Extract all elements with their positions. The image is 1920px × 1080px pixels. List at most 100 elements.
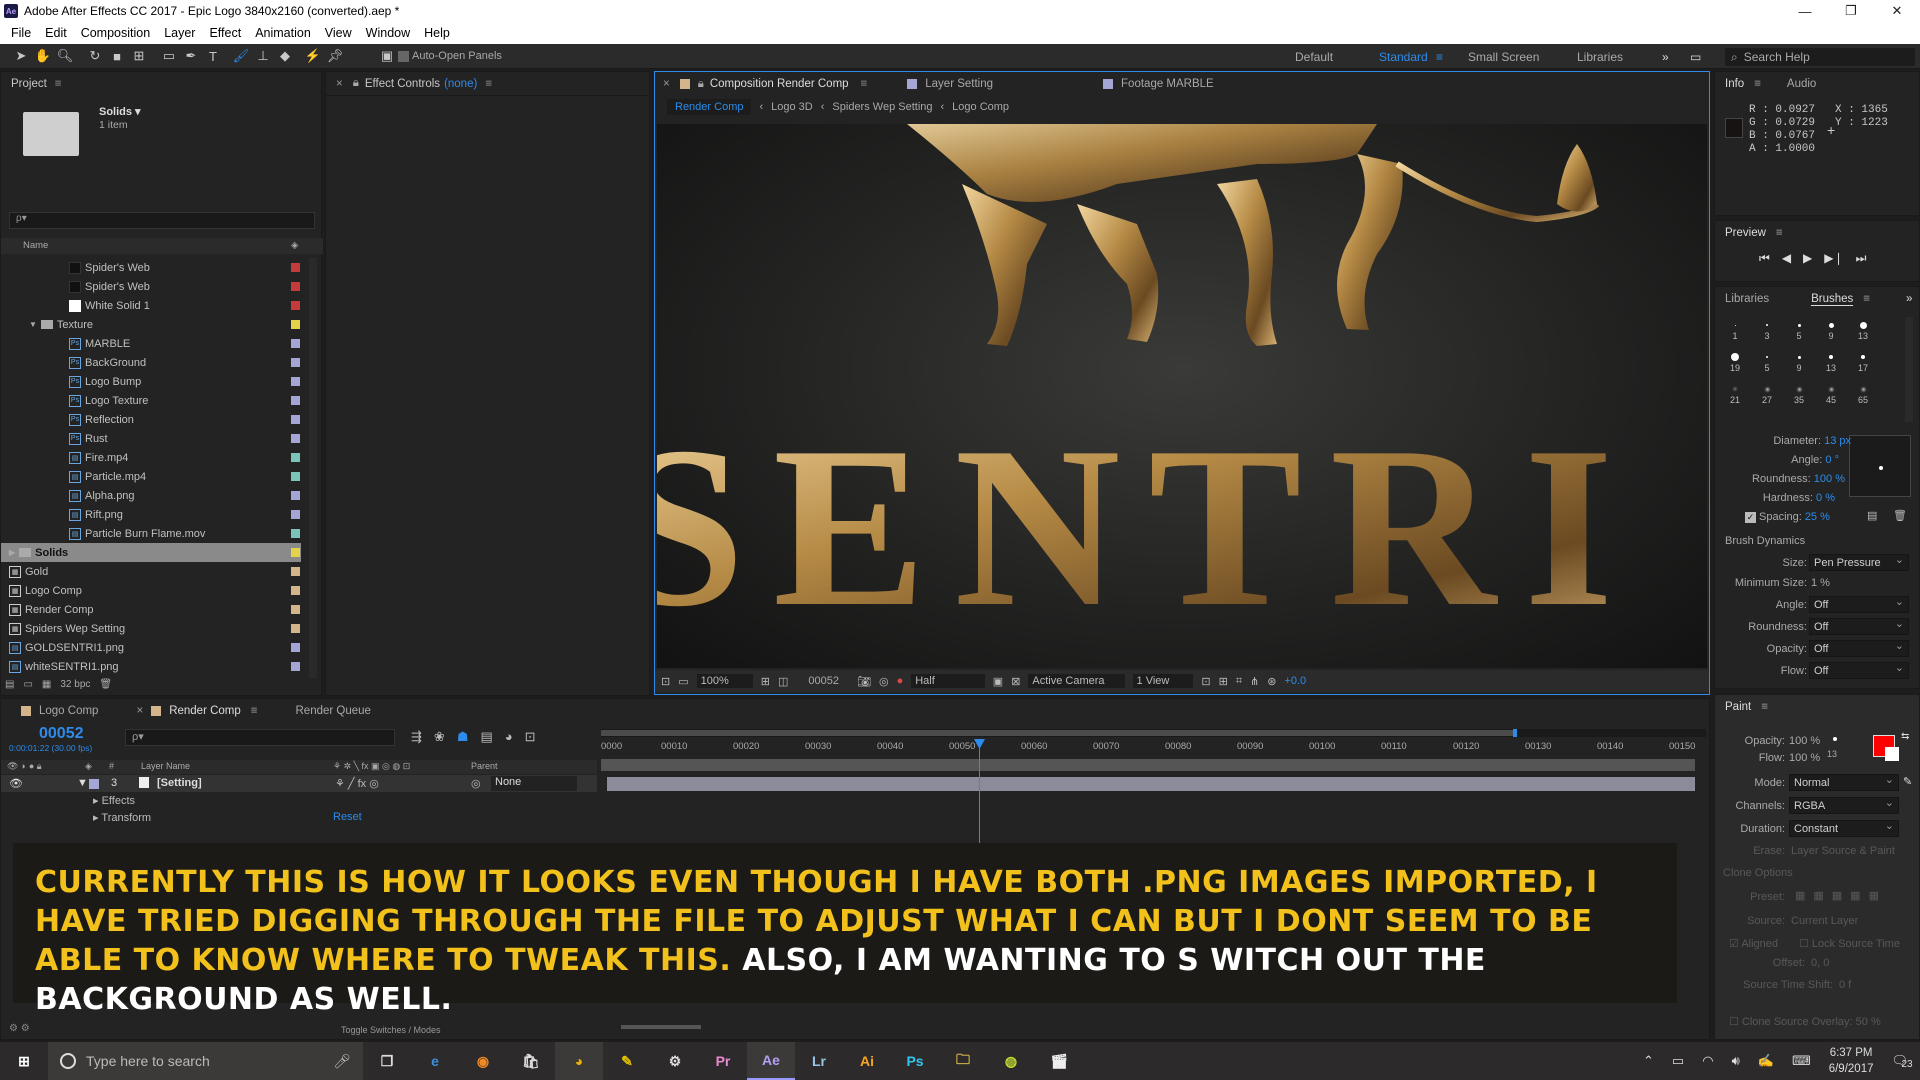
magnification-dropdown[interactable]: 100% (696, 674, 753, 688)
menu-file[interactable]: File (4, 26, 38, 40)
movie-maker-icon[interactable]: 🎬︎ (1035, 1042, 1083, 1080)
chrome-icon[interactable]: ◕ (555, 1042, 603, 1080)
label-color-swatch[interactable] (291, 643, 300, 652)
label-color-swatch[interactable] (291, 434, 300, 443)
project-item[interactable]: ▦ Logo Comp (1, 581, 301, 600)
workspace-small-screen[interactable]: Small Screen (1468, 44, 1539, 69)
expand-layer-icon[interactable]: ▼ (77, 777, 88, 789)
label-column-icon[interactable]: ◈ (291, 238, 298, 254)
work-area-bar[interactable] (601, 729, 1706, 737)
more-panels-icon[interactable]: » (1906, 293, 1912, 305)
label-color-swatch[interactable] (291, 548, 300, 557)
menu-layer[interactable]: Layer (157, 26, 202, 40)
taskbar-search-box[interactable]: Type here to search 🎤︎ (48, 1042, 363, 1080)
close-tab-icon[interactable]: × (663, 78, 670, 90)
premiere-icon[interactable]: Pr (699, 1042, 747, 1080)
tab-composition-render-comp[interactable]: Composition Render Comp (710, 78, 849, 90)
shy-layers-icon[interactable]: ☗ (457, 729, 469, 745)
more-workspaces-icon[interactable]: » (1662, 44, 1669, 69)
workspace-menu-icon[interactable]: ≡ (1436, 44, 1443, 69)
auto-open-panels-toggle[interactable]: Auto-Open Panels (398, 50, 502, 62)
brush-tip-icon[interactable] (1734, 324, 1736, 326)
camera-tool-icon[interactable]: ■ (106, 45, 128, 67)
toggle-switches-modes-button[interactable]: Toggle Switches / Modes (341, 1025, 441, 1035)
label-color-swatch[interactable] (291, 339, 300, 348)
project-search-input[interactable]: ρ▾ (9, 212, 315, 229)
sync-settings-icon[interactable]: ▭ (1690, 44, 1701, 69)
tab-layer-setting[interactable]: Layer Setting (925, 78, 993, 90)
brush-tip-icon[interactable] (1859, 321, 1867, 329)
maximize-button[interactable]: ❐ (1828, 0, 1874, 22)
preview-tab[interactable]: Preview (1725, 227, 1766, 239)
new-folder-icon[interactable]: ▭ (23, 679, 32, 690)
composition-viewer[interactable]: SENTRI (657, 124, 1707, 668)
label-color-swatch[interactable] (291, 662, 300, 671)
project-item[interactable]: Ps MARBLE (1, 334, 301, 353)
workspace-default[interactable]: Default (1295, 44, 1333, 69)
photoshop-icon[interactable]: Ps (891, 1042, 939, 1080)
camera-view-dropdown[interactable]: Active Camera (1028, 674, 1125, 688)
brush-tip-icon[interactable] (1731, 353, 1739, 361)
transparency-grid-icon[interactable]: ⊠ (1011, 675, 1020, 688)
label-color-swatch[interactable] (291, 453, 300, 462)
project-item[interactable]: ▤ Alpha.png (1, 486, 301, 505)
folder-twirl-icon[interactable]: ▼ (29, 320, 37, 329)
angle-value[interactable]: 0 ° (1825, 454, 1839, 466)
selection-tool-icon[interactable]: ➤ (10, 45, 32, 67)
microphone-icon[interactable]: 🎤︎ (333, 1053, 351, 1070)
first-frame-icon[interactable]: ⏮ (1759, 251, 1770, 266)
comp-mini-flowchart-icon[interactable]: ⇶ (411, 729, 422, 745)
tab-audio[interactable]: Audio (1787, 78, 1816, 90)
brush-tool-icon[interactable]: 🖌︎ (230, 45, 252, 67)
timeline-current-time[interactable]: 00052 (39, 725, 84, 743)
effects-group[interactable]: ▸ Effects (93, 794, 135, 807)
tab-libraries[interactable]: Libraries (1725, 293, 1769, 305)
project-item[interactable]: ▤ Particle Burn Flame.mov (1, 524, 301, 543)
hardness-value[interactable]: 0 % (1816, 492, 1835, 504)
project-item[interactable]: ▤ whiteSENTRI1.png (1, 657, 301, 676)
label-color-swatch[interactable] (291, 586, 300, 595)
paint-mode-dropdown[interactable]: Normal (1789, 773, 1899, 791)
puppet-pin-tool-icon[interactable]: 📌︎ (324, 45, 346, 67)
brush-tip-icon[interactable] (1797, 355, 1801, 359)
brush-tip-icon[interactable] (1829, 387, 1833, 391)
folder-twirl-icon[interactable]: ▶ (9, 548, 15, 557)
project-item[interactable]: ▼ Texture (1, 315, 301, 334)
dyn-opacity-dropdown[interactable]: Off (1809, 639, 1909, 657)
parent-column-header[interactable]: Parent (471, 761, 498, 771)
label-color-swatch[interactable] (291, 282, 300, 291)
pencil-app-icon[interactable]: ✎ (603, 1042, 651, 1080)
play-icon[interactable]: ▶ (1803, 251, 1812, 266)
after-effects-icon[interactable]: Ae (747, 1042, 795, 1080)
draft-3d-icon[interactable]: ❀ (434, 729, 445, 745)
min-size-value[interactable]: 1 % (1811, 577, 1830, 589)
project-item[interactable]: White Solid 1 (1, 296, 301, 315)
project-item[interactable]: Spider's Web (1, 277, 301, 296)
snapshot-icon[interactable]: 📷︎ (857, 675, 871, 688)
show-snapshot-icon[interactable]: ◎ (879, 675, 889, 688)
minimize-button[interactable]: — (1782, 0, 1828, 22)
hand-tool-icon[interactable]: ✋ (32, 45, 54, 67)
diameter-value[interactable]: 13 px (1824, 435, 1851, 447)
timeline-search-input[interactable]: ρ▾ (125, 729, 395, 746)
eyedropper-icon[interactable]: ✎ (1903, 775, 1912, 788)
project-item[interactable]: ▦ Render Comp (1, 600, 301, 619)
work-area-end-handle[interactable] (1513, 729, 1517, 737)
region-icon[interactable]: ◫ (778, 675, 788, 688)
label-color-swatch[interactable] (291, 529, 300, 538)
menu-composition[interactable]: Composition (74, 26, 157, 40)
paint-duration-dropdown[interactable]: Constant (1789, 819, 1899, 837)
resolution-dropdown[interactable]: Half (911, 674, 985, 688)
brush-grid-scrollbar[interactable] (1905, 317, 1913, 422)
parent-dropdown[interactable]: None (491, 776, 577, 791)
zoom-tool-icon[interactable]: 🔍︎ (54, 45, 76, 67)
exposure-value[interactable]: +0.0 (1284, 675, 1306, 687)
project-scrollbar[interactable] (309, 258, 317, 678)
swap-colors-icon[interactable]: ⇆ (1901, 731, 1909, 742)
region-of-interest-icon[interactable]: ▣ (993, 675, 1003, 688)
panel-menu-icon[interactable]: ≡ (55, 78, 62, 90)
pick-whip-icon[interactable]: ◎ (471, 777, 481, 790)
breadcrumb-logo-comp[interactable]: Logo Comp (952, 101, 1009, 113)
project-item[interactable]: Ps Logo Texture (1, 391, 301, 410)
search-help-field[interactable]: ⌕ Search Help (1725, 48, 1915, 66)
